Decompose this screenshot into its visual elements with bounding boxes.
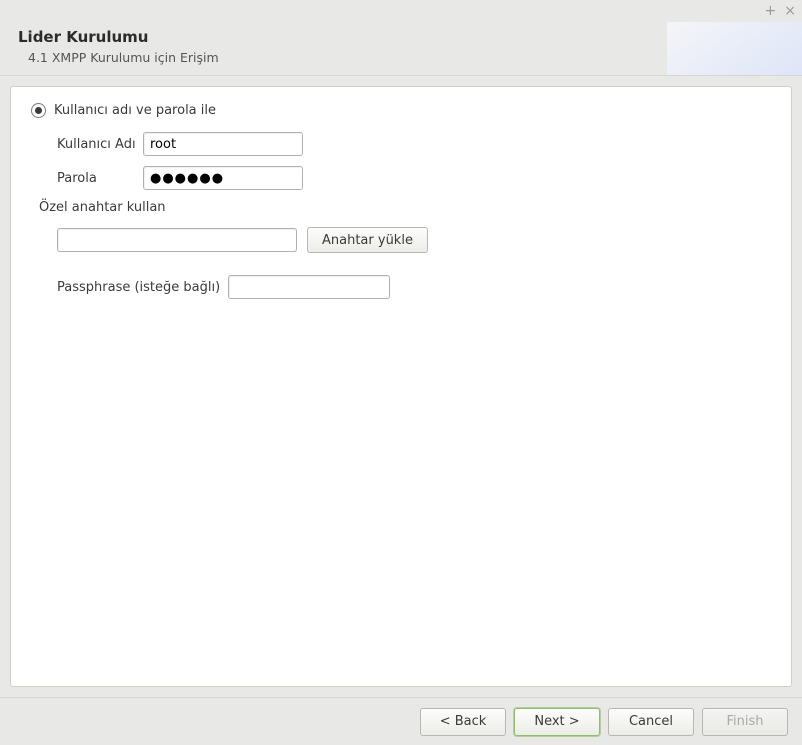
- passphrase-input[interactable]: [228, 275, 390, 299]
- content-area: Kullanıcı adı ve parola ile Kullanıcı Ad…: [0, 76, 802, 697]
- cancel-button[interactable]: Cancel: [608, 708, 694, 736]
- close-icon[interactable]: ×: [784, 4, 796, 18]
- username-label: Kullanıcı Adı: [57, 137, 143, 152]
- finish-button: Finish: [702, 708, 788, 736]
- username-input[interactable]: [143, 132, 303, 156]
- key-file-row: Anahtar yükle: [57, 227, 771, 253]
- titlebar: + ×: [0, 0, 802, 22]
- wizard-header: Lider Kurulumu 4.1 XMPP Kurulumu için Er…: [0, 22, 802, 76]
- passphrase-label: Passphrase (isteğe bağlı): [57, 280, 220, 295]
- password-row: Parola: [57, 166, 771, 190]
- key-path-input[interactable]: [57, 228, 297, 252]
- password-label: Parola: [57, 171, 143, 186]
- private-key-section-label: Özel anahtar kullan: [39, 200, 771, 215]
- radio-selected-icon[interactable]: [31, 103, 46, 118]
- auth-mode-radio-row[interactable]: Kullanıcı adı ve parola ile: [31, 103, 771, 118]
- header-banner-graphic: [667, 22, 802, 75]
- passphrase-row: Passphrase (isteğe bağlı): [57, 275, 771, 299]
- wizard-footer: < Back Next > Cancel Finish: [0, 697, 802, 745]
- password-input[interactable]: [143, 166, 303, 190]
- minimize-icon[interactable]: +: [765, 4, 777, 18]
- next-button[interactable]: Next >: [514, 708, 600, 736]
- username-row: Kullanıcı Adı: [57, 132, 771, 156]
- credentials-block: Kullanıcı Adı Parola: [31, 132, 771, 190]
- auth-mode-label: Kullanıcı adı ve parola ile: [54, 103, 216, 118]
- content-panel: Kullanıcı adı ve parola ile Kullanıcı Ad…: [10, 86, 792, 687]
- load-key-button[interactable]: Anahtar yükle: [307, 227, 428, 253]
- wizard-window: + × Lider Kurulumu 4.1 XMPP Kurulumu içi…: [0, 0, 802, 745]
- back-button[interactable]: < Back: [420, 708, 506, 736]
